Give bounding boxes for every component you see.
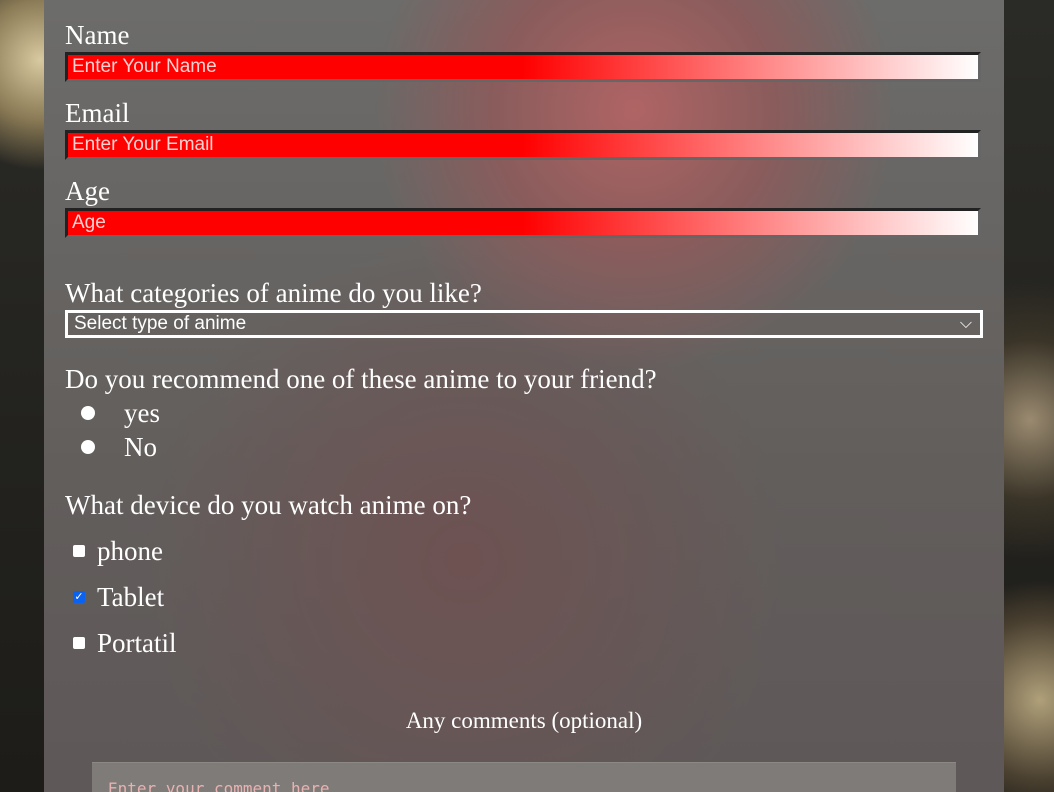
radio-no[interactable] bbox=[81, 440, 95, 454]
checkbox-tablet[interactable]: ✓ bbox=[73, 591, 85, 603]
name-label: Name bbox=[65, 20, 130, 50]
radio-yes-label: yes bbox=[124, 398, 160, 428]
email-input[interactable]: Enter Your Email bbox=[65, 130, 981, 160]
age-label: Age bbox=[65, 176, 110, 206]
chevron-down-icon: ⌵ bbox=[959, 315, 972, 332]
category-selected: Select type of anime bbox=[74, 313, 247, 334]
device-question: What device do you watch anime on? bbox=[65, 490, 472, 520]
comments-textarea[interactable]: Enter your comment here bbox=[92, 762, 956, 792]
checkbox-portatil[interactable] bbox=[73, 637, 85, 649]
radio-no-label: No bbox=[124, 432, 157, 462]
category-select[interactable]: Select type of anime ⌵ bbox=[65, 310, 983, 338]
name-input[interactable]: Enter Your Name bbox=[65, 52, 981, 82]
comments-label: Any comments (optional) bbox=[405, 708, 643, 733]
email-label: Email bbox=[65, 98, 130, 128]
survey-form: Name Enter Your Name Email Enter Your Em… bbox=[44, 0, 1004, 792]
checkbox-phone-label: phone bbox=[97, 536, 163, 566]
radio-yes[interactable] bbox=[81, 406, 95, 420]
checkmark-icon: ✓ bbox=[74, 590, 84, 603]
checkbox-portatil-label: Portatil bbox=[97, 628, 177, 658]
checkbox-phone[interactable] bbox=[73, 545, 85, 557]
checkbox-tablet-label: Tablet bbox=[97, 582, 165, 612]
category-question: What categories of anime do you like? bbox=[65, 278, 482, 308]
age-input[interactable]: Age bbox=[65, 208, 981, 238]
recommend-question: Do you recommend one of these anime to y… bbox=[65, 364, 657, 394]
